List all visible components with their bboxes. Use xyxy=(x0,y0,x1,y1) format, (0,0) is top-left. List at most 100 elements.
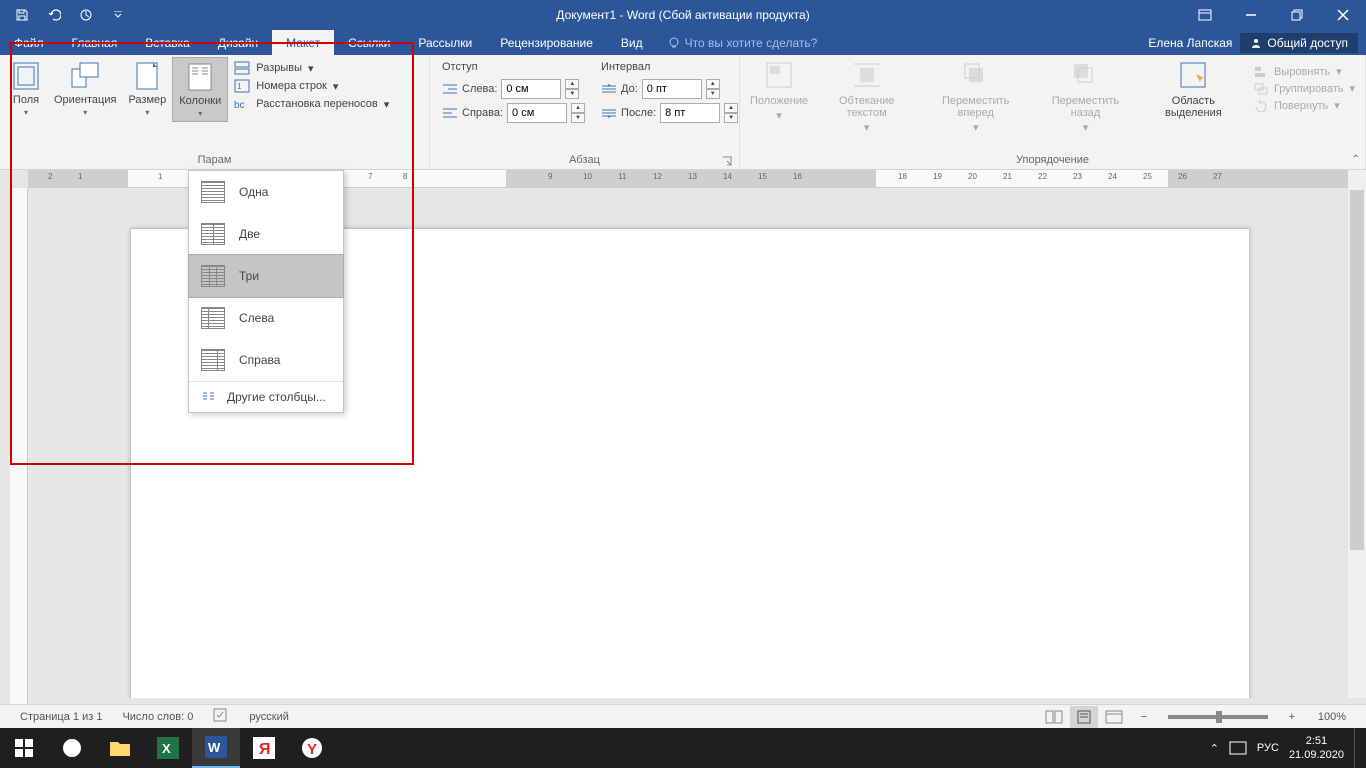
yandex-button[interactable]: Я xyxy=(240,728,288,768)
vertical-ruler[interactable] xyxy=(10,188,28,728)
scrollbar-thumb[interactable] xyxy=(1350,190,1364,550)
folder-icon xyxy=(109,739,131,757)
tab-review[interactable]: Рецензирование xyxy=(486,30,607,55)
web-layout-button[interactable] xyxy=(1100,706,1128,728)
spacing-title: Интервал xyxy=(601,61,738,75)
tab-references[interactable]: Ссылки xyxy=(334,30,404,55)
chevron-down-icon: ▾ xyxy=(24,108,28,117)
save-button[interactable] xyxy=(8,3,36,27)
wrap-text-button: Обтекание текстом▾ xyxy=(814,57,919,137)
restore-button[interactable] xyxy=(1274,0,1320,30)
tab-design[interactable]: Дизайн xyxy=(204,30,272,55)
selection-pane-icon xyxy=(1178,60,1208,93)
svg-text:1: 1 xyxy=(237,82,242,91)
hyphenation-button[interactable]: bcРасстановка переносов▾ xyxy=(234,97,389,111)
user-name[interactable]: Елена Лапская xyxy=(1148,36,1232,50)
windows-icon xyxy=(15,739,33,757)
columns-right[interactable]: Справа xyxy=(189,339,343,381)
ribbon-display-button[interactable] xyxy=(1182,0,1228,30)
spacing-before-input[interactable] xyxy=(642,79,702,99)
margins-icon xyxy=(10,60,42,92)
yandex-icon: Я xyxy=(253,737,275,759)
titlebar: Документ1 - Word (Сбой активации продукт… xyxy=(0,0,1366,30)
indent-left-input[interactable] xyxy=(501,79,561,99)
proofing-icon xyxy=(213,708,229,722)
indent-left-spinner[interactable]: ▲▼ xyxy=(565,79,579,99)
tab-view[interactable]: Вид xyxy=(607,30,657,55)
line-numbers-button[interactable]: 1Номера строк▾ xyxy=(234,79,389,93)
taskbar-search-button[interactable] xyxy=(48,728,96,768)
columns-one[interactable]: Одна xyxy=(189,171,343,213)
print-layout-button[interactable] xyxy=(1070,706,1098,728)
spacing-before-icon xyxy=(601,83,617,95)
size-button[interactable]: Размер ▾ xyxy=(122,57,172,120)
line-numbers-icon: 1 xyxy=(234,79,250,93)
columns-left[interactable]: Слева xyxy=(189,297,343,339)
svg-text:X: X xyxy=(162,741,171,756)
tray-chevron[interactable]: ⌃ xyxy=(1210,742,1219,755)
word-count[interactable]: Число слов: 0 xyxy=(112,711,203,723)
minimize-button[interactable] xyxy=(1228,0,1274,30)
zoom-in-button[interactable]: + xyxy=(1278,706,1306,728)
word-button[interactable]: W xyxy=(192,728,240,768)
spacing-after-spinner[interactable]: ▲▼ xyxy=(724,103,738,123)
columns-three[interactable]: Три xyxy=(188,254,344,298)
proofing-button[interactable] xyxy=(203,708,239,725)
start-button[interactable] xyxy=(0,728,48,768)
file-explorer-button[interactable] xyxy=(96,728,144,768)
backward-icon xyxy=(1070,60,1100,93)
spacing-after-input[interactable] xyxy=(660,103,720,123)
tab-insert[interactable]: Вставка xyxy=(131,30,204,55)
columns-icon xyxy=(184,61,216,93)
indent-right-icon xyxy=(442,107,458,119)
orientation-button[interactable]: Ориентация ▾ xyxy=(48,57,122,120)
show-desktop-button[interactable] xyxy=(1354,728,1360,768)
qat-customize-button[interactable] xyxy=(104,3,132,27)
tab-layout[interactable]: Макет xyxy=(272,30,334,55)
keyboard-icon[interactable] xyxy=(1229,741,1247,755)
tell-me-search[interactable]: Что вы хотите сделать? xyxy=(657,30,828,55)
tab-mailings[interactable]: Рассылки xyxy=(404,30,486,55)
excel-button[interactable]: X xyxy=(144,728,192,768)
tab-file[interactable]: Файл xyxy=(0,30,58,55)
position-button: Положение▾ xyxy=(744,57,814,125)
spacing-before-spinner[interactable]: ▲▼ xyxy=(706,79,720,99)
tab-home[interactable]: Главная xyxy=(58,30,132,55)
excel-icon: X xyxy=(157,737,179,759)
margins-button[interactable]: Поля ▾ xyxy=(4,57,48,120)
taskbar: X W Я Y ⌃ РУС 2:51 21.09.2020 xyxy=(0,728,1366,768)
close-button[interactable] xyxy=(1320,0,1366,30)
yandex-browser-button[interactable]: Y xyxy=(288,728,336,768)
indent-right-input[interactable] xyxy=(507,103,567,123)
language-indicator[interactable]: РУС xyxy=(1257,742,1279,754)
language-button[interactable]: русский xyxy=(239,711,298,723)
indent-left-icon xyxy=(442,83,458,95)
indent-right-spinner[interactable]: ▲▼ xyxy=(571,103,585,123)
clock[interactable]: 2:51 21.09.2020 xyxy=(1289,734,1344,762)
statusbar: Страница 1 из 1 Число слов: 0 русский − … xyxy=(0,704,1366,728)
read-mode-button[interactable] xyxy=(1040,706,1068,728)
window-controls xyxy=(1182,0,1366,30)
columns-button[interactable]: Колонки ▾ xyxy=(172,57,228,122)
columns-two[interactable]: Две xyxy=(189,213,343,255)
orientation-icon xyxy=(69,60,101,92)
page-count[interactable]: Страница 1 из 1 xyxy=(10,711,112,723)
zoom-out-button[interactable]: − xyxy=(1130,706,1158,728)
share-button[interactable]: Общий доступ xyxy=(1240,33,1358,53)
position-icon xyxy=(764,60,794,93)
left-column-icon xyxy=(201,307,225,329)
collapse-ribbon-button[interactable]: ⌃ xyxy=(1352,154,1360,165)
breaks-button[interactable]: Разрывы▾ xyxy=(234,61,389,75)
vertical-scrollbar[interactable] xyxy=(1348,170,1366,698)
zoom-slider[interactable] xyxy=(1168,715,1268,719)
ribbon-tabs: Файл Главная Вставка Дизайн Макет Ссылки… xyxy=(0,30,1366,55)
dialog-launcher-icon[interactable] xyxy=(721,155,733,167)
undo-button[interactable] xyxy=(40,3,68,27)
zoom-level[interactable]: 100% xyxy=(1308,711,1356,723)
svg-text:bc: bc xyxy=(234,100,245,111)
selection-pane-button[interactable]: Область выделения xyxy=(1139,57,1248,122)
columns-more[interactable]: Другие столбцы... xyxy=(189,382,343,412)
repeat-button[interactable] xyxy=(72,3,100,27)
zoom-handle[interactable] xyxy=(1216,711,1222,723)
one-column-icon xyxy=(201,181,225,203)
